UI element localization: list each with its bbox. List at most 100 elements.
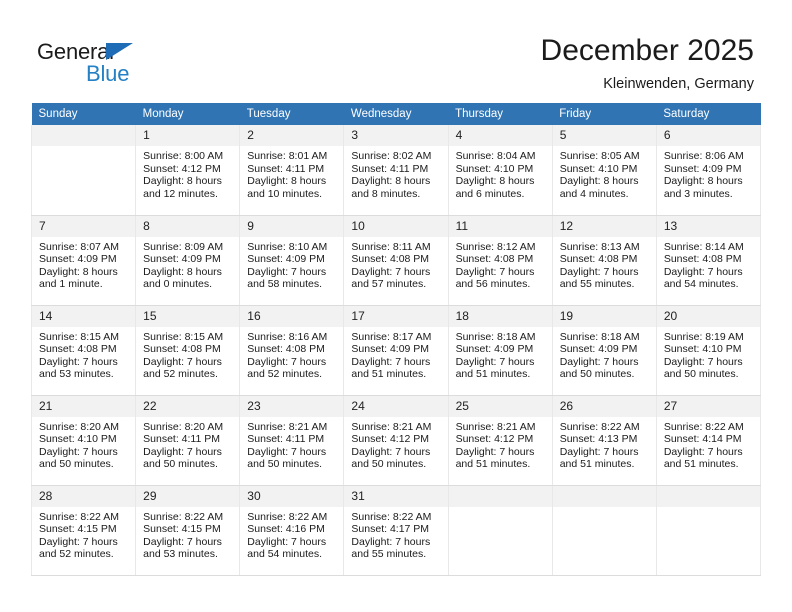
daylight-text: and 54 minutes. bbox=[247, 548, 322, 561]
calendar-day-cell[interactable]: 13 Sunrise: 8:14 AM Sunset: 4:08 PM Dayligh… bbox=[655, 214, 762, 306]
day-number: 10 bbox=[344, 215, 448, 237]
day-number: 3 bbox=[344, 125, 448, 146]
calendar-day-cell[interactable]: 26 Sunrise: 8:22 AM Sunset: 4:13 PM Dayligh… bbox=[551, 394, 657, 486]
sunrise-text: Sunrise: 8:17 AM bbox=[351, 330, 432, 343]
calendar-day-cell[interactable]: 6 Sunrise: 8:06 AM Sunset: 4:09 PM Daylight… bbox=[655, 125, 762, 216]
calendar-day-cell[interactable]: 25 Sunrise: 8:21 AM Sunset: 4:12 PM Dayligh… bbox=[447, 394, 553, 486]
sunset-text: Sunset: 4:11 PM bbox=[351, 162, 429, 175]
calendar-day-cell[interactable]: 19 Sunrise: 8:18 AM Sunset: 4:09 PM Dayligh… bbox=[551, 304, 657, 396]
calendar-table: Sunday Monday Tuesday Wednesday Thursday… bbox=[30, 103, 762, 576]
sunset-text: Sunset: 4:10 PM bbox=[663, 343, 742, 356]
calendar-day-cell[interactable]: 30 Sunrise: 8:22 AM Sunset: 4:16 PM Dayligh… bbox=[239, 484, 345, 576]
weekday-header-friday: Friday bbox=[552, 103, 657, 125]
calendar-day-cell[interactable]: 17 Sunrise: 8:17 AM Sunset: 4:09 PM Dayligh… bbox=[343, 304, 449, 396]
calendar-day-cell[interactable]: 28 Sunrise: 8:22 AM Sunset: 4:15 PM Dayligh… bbox=[30, 484, 137, 576]
sunset-text: Sunset: 4:08 PM bbox=[247, 343, 325, 356]
daylight-text: and 52 minutes. bbox=[143, 368, 218, 381]
calendar-day-cell[interactable]: 8 Sunrise: 8:09 AM Sunset: 4:09 PM Daylight… bbox=[135, 214, 241, 306]
sunrise-text: Sunrise: 8:22 AM bbox=[351, 510, 432, 523]
calendar-day-cell[interactable]: 20 Sunrise: 8:19 AM Sunset: 4:10 PM Dayligh… bbox=[655, 304, 762, 396]
day-number bbox=[552, 485, 656, 507]
calendar-day-cell[interactable]: 3 Sunrise: 8:02 AM Sunset: 4:11 PM Daylight… bbox=[343, 125, 449, 216]
daylight-text: and 57 minutes. bbox=[351, 278, 427, 291]
sunrise-text: Sunrise: 8:12 AM bbox=[455, 240, 536, 253]
day-number: 29 bbox=[136, 485, 240, 507]
daylight-text: and 52 minutes. bbox=[247, 368, 322, 381]
daylight-text: and 52 minutes. bbox=[39, 548, 114, 561]
day-details: Sunrise: 8:05 AM Sunset: 4:10 PM Daylight:… bbox=[553, 146, 656, 200]
sunrise-text: Sunrise: 8:20 AM bbox=[143, 420, 224, 433]
sunset-text: Sunset: 4:09 PM bbox=[351, 343, 430, 356]
day-number: 5 bbox=[552, 125, 656, 146]
daylight-text: and 58 minutes. bbox=[247, 278, 322, 291]
calendar-day-cell[interactable]: 21 Sunrise: 8:20 AM Sunset: 4:10 PM Dayligh… bbox=[30, 394, 137, 486]
weekday-header-row: Sunday Monday Tuesday Wednesday Thursday… bbox=[31, 103, 761, 125]
calendar-day-cell[interactable]: 15 Sunrise: 8:15 AM Sunset: 4:08 PM Dayligh… bbox=[135, 304, 241, 396]
general-blue-logo[interactable]: General Blue bbox=[37, 39, 167, 87]
day-details: Sunrise: 8:21 AM Sunset: 4:12 PM Daylight:… bbox=[344, 417, 447, 471]
day-number: 19 bbox=[552, 305, 656, 327]
daylight-text: Daylight: 8 hours bbox=[143, 265, 222, 278]
day-details: Sunrise: 8:07 AM Sunset: 4:09 PM Daylight:… bbox=[32, 237, 135, 291]
calendar-day-cell[interactable]: 10 Sunrise: 8:11 AM Sunset: 4:08 PM Dayligh… bbox=[343, 214, 449, 306]
calendar-day-cell[interactable]: 14 Sunrise: 8:15 AM Sunset: 4:08 PM Dayligh… bbox=[30, 304, 137, 396]
calendar-day-cell[interactable]: 9 Sunrise: 8:10 AM Sunset: 4:09 PM Daylight… bbox=[239, 214, 345, 306]
sunrise-text: Sunrise: 8:21 AM bbox=[247, 420, 328, 433]
daylight-text: and 50 minutes. bbox=[663, 368, 739, 381]
calendar-day-cell[interactable]: 18 Sunrise: 8:18 AM Sunset: 4:09 PM Dayligh… bbox=[447, 304, 553, 396]
sunset-text: Sunset: 4:09 PM bbox=[559, 343, 638, 356]
daylight-text: Daylight: 7 hours bbox=[455, 265, 535, 278]
day-details: Sunrise: 8:20 AM Sunset: 4:11 PM Daylight:… bbox=[136, 417, 239, 471]
sunrise-text: Sunrise: 8:18 AM bbox=[455, 330, 536, 343]
title-block: December 2025 Kleinwenden, Germany bbox=[541, 33, 754, 93]
day-details: Sunrise: 8:20 AM Sunset: 4:10 PM Daylight:… bbox=[32, 417, 135, 471]
calendar-day-cell[interactable]: 5 Sunrise: 8:05 AM Sunset: 4:10 PM Daylight… bbox=[551, 125, 657, 216]
calendar-week-row: 1 Sunrise: 8:00 AM Sunset: 4:12 PM Daylight… bbox=[30, 125, 762, 216]
calendar-day-cell[interactable]: 12 Sunrise: 8:13 AM Sunset: 4:08 PM Dayligh… bbox=[551, 214, 657, 306]
calendar-day-cell[interactable]: 22 Sunrise: 8:20 AM Sunset: 4:11 PM Dayligh… bbox=[135, 394, 241, 486]
daylight-text: Daylight: 7 hours bbox=[455, 355, 535, 368]
daylight-text: and 10 minutes. bbox=[247, 187, 322, 200]
day-details: Sunrise: 8:15 AM Sunset: 4:08 PM Daylight:… bbox=[136, 327, 239, 381]
sunset-text: Sunset: 4:09 PM bbox=[143, 253, 221, 266]
day-details: Sunrise: 8:21 AM Sunset: 4:11 PM Daylight:… bbox=[240, 417, 343, 471]
calendar-day-cell[interactable]: 31 Sunrise: 8:22 AM Sunset: 4:17 PM Dayligh… bbox=[343, 484, 449, 576]
daylight-text: and 56 minutes. bbox=[455, 278, 531, 291]
daylight-text: Daylight: 7 hours bbox=[559, 445, 639, 458]
calendar-day-cell[interactable]: 2 Sunrise: 8:01 AM Sunset: 4:11 PM Daylight… bbox=[239, 125, 345, 216]
day-number bbox=[656, 485, 760, 507]
day-number: 26 bbox=[552, 395, 656, 417]
daylight-text: and 3 minutes. bbox=[663, 187, 733, 200]
sunrise-text: Sunrise: 8:18 AM bbox=[559, 330, 640, 343]
daylight-text: and 6 minutes. bbox=[455, 187, 525, 200]
daylight-text: Daylight: 7 hours bbox=[143, 355, 222, 368]
sunset-text: Sunset: 4:11 PM bbox=[247, 162, 325, 175]
calendar-day-cell[interactable]: 11 Sunrise: 8:12 AM Sunset: 4:08 PM Dayligh… bbox=[447, 214, 553, 306]
day-number: 30 bbox=[240, 485, 344, 507]
sunset-text: Sunset: 4:12 PM bbox=[143, 162, 221, 175]
sunset-text: Sunset: 4:08 PM bbox=[559, 253, 638, 266]
calendar-day-cell[interactable]: 4 Sunrise: 8:04 AM Sunset: 4:10 PM Daylight… bbox=[447, 125, 553, 216]
sunrise-text: Sunrise: 8:22 AM bbox=[247, 510, 328, 523]
calendar-day-cell[interactable]: 29 Sunrise: 8:22 AM Sunset: 4:15 PM Dayligh… bbox=[135, 484, 241, 576]
sunrise-text: Sunrise: 8:04 AM bbox=[455, 150, 536, 162]
daylight-text: Daylight: 7 hours bbox=[455, 445, 535, 458]
calendar-day-cell[interactable]: 1 Sunrise: 8:00 AM Sunset: 4:12 PM Daylight… bbox=[135, 125, 241, 216]
logo-text-blue: Blue bbox=[86, 61, 130, 86]
daylight-text: Daylight: 8 hours bbox=[247, 175, 327, 188]
calendar-day-cell[interactable]: 27 Sunrise: 8:22 AM Sunset: 4:14 PM Dayligh… bbox=[655, 394, 762, 486]
sunrise-text: Sunrise: 8:05 AM bbox=[559, 150, 640, 162]
daylight-text: and 50 minutes. bbox=[351, 458, 427, 471]
daylight-text: and 51 minutes. bbox=[559, 458, 635, 471]
day-number: 8 bbox=[136, 215, 240, 237]
calendar-day-cell[interactable]: 7 Sunrise: 8:07 AM Sunset: 4:09 PM Daylight… bbox=[30, 214, 137, 306]
daylight-text: and 53 minutes. bbox=[39, 368, 114, 381]
calendar-day-cell[interactable]: 16 Sunrise: 8:16 AM Sunset: 4:08 PM Dayligh… bbox=[239, 304, 345, 396]
calendar-week-row: 28 Sunrise: 8:22 AM Sunset: 4:15 PM Dayligh… bbox=[30, 484, 762, 576]
sunrise-text: Sunrise: 8:22 AM bbox=[39, 510, 119, 523]
daylight-text: Daylight: 8 hours bbox=[663, 175, 743, 188]
calendar-day-cell[interactable]: 24 Sunrise: 8:21 AM Sunset: 4:12 PM Dayligh… bbox=[343, 394, 449, 486]
calendar-body: 1 Sunrise: 8:00 AM Sunset: 4:12 PM Daylight… bbox=[30, 125, 762, 576]
calendar-day-cell[interactable]: 23 Sunrise: 8:21 AM Sunset: 4:11 PM Dayligh… bbox=[239, 394, 345, 486]
calendar-week-row: 14 Sunrise: 8:15 AM Sunset: 4:08 PM Dayligh… bbox=[30, 304, 762, 396]
